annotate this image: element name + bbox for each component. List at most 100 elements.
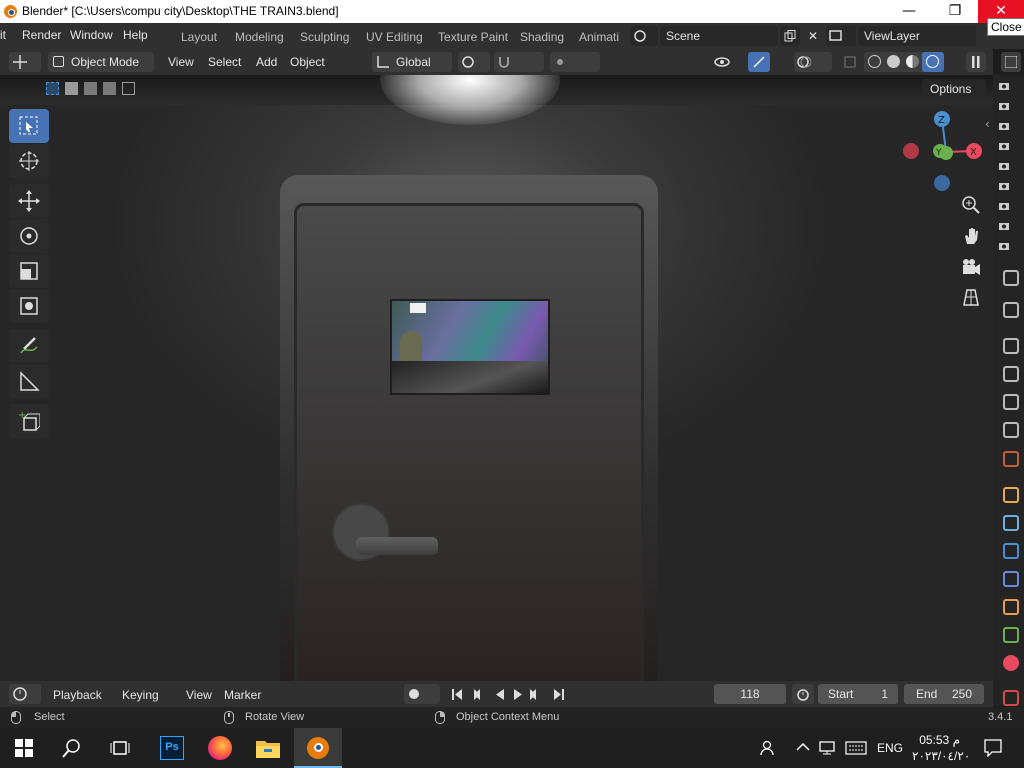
tab-uv-editing[interactable]: UV Editing	[366, 30, 423, 44]
properties-tab-icon[interactable]	[1003, 690, 1019, 706]
outliner-camera-icon[interactable]	[998, 80, 1010, 92]
menu-timeline-view[interactable]: View	[186, 688, 212, 702]
select-extend-icon[interactable]	[65, 82, 78, 95]
transform-tool[interactable]	[9, 289, 49, 323]
overlays-dropdown[interactable]	[794, 52, 832, 72]
navigation-gizmo[interactable]: Z Y X	[896, 105, 992, 195]
zoom-button[interactable]	[956, 190, 986, 220]
outliner-camera-icon[interactable]	[998, 160, 1010, 172]
view-layer-field[interactable]: ViewLayer	[858, 26, 976, 46]
sidebar-expand-arrow[interactable]: ‹	[985, 117, 990, 131]
auto-keying-toggle[interactable]	[404, 684, 440, 704]
wireframe-shading-icon[interactable]	[868, 55, 881, 68]
scene-type-dropdown[interactable]	[630, 26, 658, 46]
properties-tab-icon[interactable]	[1003, 571, 1019, 587]
orientation-dropdown[interactable]: Global	[372, 52, 452, 72]
remove-scene-button[interactable]: ✕	[802, 26, 820, 46]
search-button[interactable]	[48, 728, 96, 768]
outliner-camera-icon[interactable]	[998, 220, 1010, 232]
scale-tool[interactable]	[9, 254, 49, 288]
rendered-shading-button[interactable]	[922, 52, 944, 72]
pivot-dropdown[interactable]	[458, 52, 490, 72]
tab-layout[interactable]: Layout	[181, 30, 217, 44]
start-button[interactable]	[0, 728, 48, 768]
current-frame-field[interactable]: 118	[714, 684, 786, 704]
view-layer-type-dropdown[interactable]	[826, 26, 856, 46]
camera-view-button[interactable]	[956, 252, 986, 282]
outliner-camera-icon[interactable]	[998, 100, 1010, 112]
properties-tab-icon[interactable]	[1003, 515, 1019, 531]
rotate-tool[interactable]	[9, 219, 49, 253]
network-icon[interactable]	[819, 740, 837, 756]
menu-object[interactable]: Object	[290, 55, 325, 69]
properties-tab-icon[interactable]	[1003, 627, 1019, 643]
move-tool[interactable]	[9, 184, 49, 218]
snap-toggle[interactable]	[494, 52, 544, 72]
notifications-icon[interactable]	[984, 739, 1002, 757]
select-new-icon[interactable]	[46, 82, 59, 95]
pause-render-button[interactable]	[966, 52, 986, 72]
firefox-taskbar-button[interactable]	[196, 728, 244, 768]
outliner-camera-icon[interactable]	[998, 140, 1010, 152]
timeline-editor-type-dropdown[interactable]	[9, 684, 41, 704]
end-frame-field[interactable]: End 250	[904, 684, 984, 704]
menu-marker[interactable]: Marker	[224, 688, 261, 702]
outliner-camera-icon[interactable]	[998, 120, 1010, 132]
menu-edit[interactable]: it	[0, 28, 6, 42]
annotate-tool[interactable]	[9, 329, 49, 363]
material-preview-icon[interactable]	[906, 55, 919, 68]
properties-tab-icon[interactable]	[1003, 422, 1019, 438]
tab-modeling[interactable]: Modeling	[235, 30, 284, 44]
properties-tab-icon[interactable]	[1003, 655, 1019, 671]
maximize-button[interactable]: ❐	[932, 0, 978, 23]
properties-tab-icon[interactable]	[1003, 451, 1019, 467]
select-invert-icon[interactable]	[103, 82, 116, 95]
cursor-tool[interactable]	[9, 144, 49, 178]
proportional-edit-toggle[interactable]	[550, 52, 600, 72]
options-dropdown[interactable]: Options	[922, 79, 986, 99]
tab-sculpting[interactable]: Sculpting	[300, 30, 349, 44]
tray-chevron-up-icon[interactable]	[796, 742, 810, 752]
properties-tab-icon[interactable]	[1003, 302, 1019, 318]
measure-tool[interactable]	[9, 364, 49, 398]
menu-add[interactable]: Add	[256, 55, 277, 69]
file-explorer-taskbar-button[interactable]	[244, 728, 292, 768]
3d-viewport[interactable]: Options + Z Y X ‹	[0, 75, 993, 681]
outliner-camera-icon[interactable]	[998, 180, 1010, 192]
menu-playback[interactable]: Playback	[53, 688, 102, 702]
menu-render[interactable]: Render	[22, 28, 61, 42]
menu-help[interactable]: Help	[123, 28, 148, 42]
outliner-camera-icon[interactable]	[998, 200, 1010, 212]
gizmo-toggle[interactable]	[748, 52, 770, 72]
editor-type-dropdown[interactable]	[9, 52, 41, 72]
properties-tab-icon[interactable]	[1003, 394, 1019, 410]
properties-tab-icon[interactable]	[1003, 270, 1019, 286]
scene-field[interactable]: Scene	[660, 26, 778, 46]
clock-date[interactable]: ٢٠٢٣/٠٤/٢٠	[912, 749, 970, 763]
tab-texture-paint[interactable]: Texture Paint	[438, 30, 508, 44]
minimize-button[interactable]: —	[886, 0, 932, 23]
properties-tab-icon[interactable]	[1003, 543, 1019, 559]
sidebar-toggle-button[interactable]	[1001, 52, 1021, 72]
perspective-toggle-button[interactable]	[956, 282, 986, 312]
menu-window[interactable]: Window	[70, 28, 113, 42]
properties-tab-icon[interactable]	[1003, 338, 1019, 354]
keyboard-icon[interactable]	[845, 741, 867, 755]
solid-shading-icon[interactable]	[887, 55, 900, 68]
menu-keying[interactable]: Keying	[122, 688, 159, 702]
visibility-dropdown[interactable]	[712, 52, 744, 72]
pan-button[interactable]	[956, 221, 986, 251]
outliner-camera-icon[interactable]	[998, 240, 1010, 252]
task-view-button[interactable]	[96, 728, 144, 768]
photoshop-taskbar-button[interactable]: Ps	[148, 728, 196, 768]
preview-range-toggle[interactable]	[792, 684, 814, 704]
xray-toggle[interactable]	[840, 52, 860, 72]
clock-time[interactable]: 05:53 م	[918, 733, 960, 747]
tab-shading[interactable]: Shading	[520, 30, 564, 44]
tab-animation[interactable]: Animati	[579, 30, 619, 44]
select-subtract-icon[interactable]	[84, 82, 97, 95]
properties-tab-icon[interactable]	[1003, 366, 1019, 382]
menu-view[interactable]: View	[168, 55, 194, 69]
select-box-tool[interactable]	[9, 109, 49, 143]
blender-taskbar-button[interactable]	[294, 728, 342, 768]
